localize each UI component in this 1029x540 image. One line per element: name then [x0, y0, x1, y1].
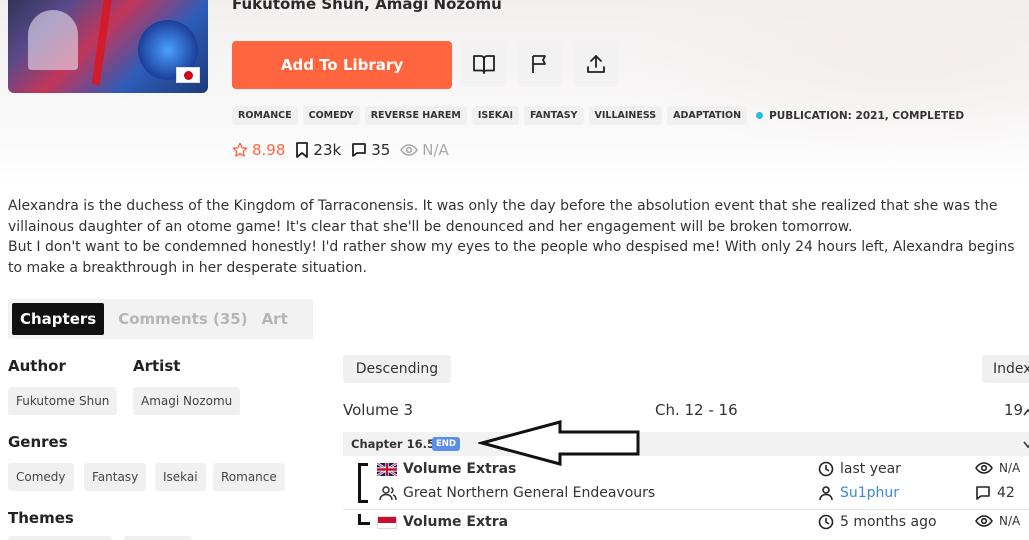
synopsis: Alexandra is the duchess of the Kingdom … — [8, 196, 1023, 278]
views-stat: N/A — [400, 141, 449, 159]
uploader-name: Su1phur — [840, 485, 900, 501]
release-time-value: last year — [840, 461, 901, 477]
sort-order-button[interactable]: Descending — [343, 355, 451, 383]
publication-status: PUBLICATION: 2021, COMPLETED — [756, 110, 964, 122]
themes-heading: Themes — [8, 509, 74, 527]
eye-icon — [975, 515, 993, 527]
tag-fantasy[interactable]: FANTASY — [523, 106, 584, 125]
chapter-header[interactable]: Chapter 16.5 END — [343, 432, 1029, 456]
theme-chip[interactable] — [8, 536, 112, 540]
tag-reverse-harem[interactable]: REVERSE HAREM — [364, 106, 467, 125]
release-comments-value: 42 — [997, 485, 1015, 501]
chevron-down-icon — [1023, 441, 1029, 449]
read-button[interactable] — [461, 41, 507, 87]
release-title: Volume Extras — [403, 461, 517, 477]
index-button[interactable]: Index — [982, 355, 1029, 383]
star-icon — [232, 142, 248, 157]
hero-glow — [620, 0, 1029, 160]
release-row[interactable]: Volume Extras last year N/A Great Northe… — [343, 460, 1029, 508]
volume-range: Ch. 12 - 16 — [655, 401, 738, 419]
row-divider — [343, 509, 1029, 510]
report-button[interactable] — [517, 41, 563, 87]
author-heading: Author — [8, 357, 66, 375]
clock-icon — [818, 514, 834, 530]
publication-label: PUBLICATION: 2021, COMPLETED — [769, 109, 965, 122]
genre-chip[interactable]: Romance — [213, 463, 285, 491]
volume-label: Volume 3 — [343, 401, 414, 419]
users-icon — [379, 486, 397, 501]
chevron-up-icon — [1023, 408, 1029, 416]
book-open-icon — [473, 55, 495, 74]
comment-icon — [352, 143, 367, 157]
tag-comedy[interactable]: COMEDY — [302, 106, 360, 125]
tab-comments[interactable]: Comments (35) — [118, 310, 247, 328]
tag-list: ROMANCE COMEDY REVERSE HAREM ISEKAI FANT… — [232, 106, 964, 125]
release-time: last year — [818, 461, 901, 477]
release-title: Volume Extra — [403, 514, 509, 530]
end-badge: END — [432, 437, 460, 451]
release-comments[interactable]: 42 — [975, 485, 1015, 501]
add-to-library-button[interactable]: Add To Library — [232, 41, 452, 89]
content-tabs: Chapters Comments (35) Art — [8, 299, 313, 339]
release-views-value: N/A — [999, 514, 1021, 528]
uk-flag-icon — [377, 463, 397, 476]
jp-flag-icon — [176, 67, 200, 83]
tag-romance[interactable]: ROMANCE — [232, 106, 298, 125]
stats-bar: 8.98 23k 35 N/A — [232, 141, 449, 159]
bookmark-icon — [296, 142, 309, 158]
authors-line[interactable]: Fukutome Shun, Amagi Nozomu — [232, 0, 502, 13]
artist-chip[interactable]: Amagi Nozomu — [133, 387, 241, 415]
release-views: N/A — [975, 514, 1020, 528]
release-row[interactable]: Volume Extra 5 months ago N/A — [343, 513, 1029, 540]
uploader[interactable]: Su1phur — [818, 485, 899, 501]
author-chip[interactable]: Fukutome Shun — [8, 387, 118, 415]
tab-art[interactable]: Art — [262, 310, 288, 328]
genres-heading: Genres — [8, 433, 68, 451]
volume-row[interactable]: Volume 3 Ch. 12 - 16 19 — [343, 398, 1029, 424]
scanlation-group[interactable]: Great Northern General Endeavours — [379, 485, 655, 501]
follows-stat: 23k — [295, 141, 341, 159]
comment-icon — [976, 486, 990, 500]
chapter-title: Chapter 16.5 — [351, 437, 435, 451]
tab-chapters[interactable]: Chapters — [12, 303, 105, 335]
status-dot-icon — [756, 112, 764, 119]
share-upload-icon — [587, 55, 605, 73]
tag-adaptation[interactable]: ADAPTATION — [667, 106, 748, 125]
eye-icon — [975, 462, 993, 474]
tag-isekai[interactable]: ISEKAI — [471, 106, 519, 125]
genre-chip[interactable]: Comedy — [8, 463, 74, 491]
tag-villainess[interactable]: VILLAINESS — [588, 106, 663, 125]
artist-heading: Artist — [133, 357, 181, 375]
group-name: Great Northern General Endeavours — [403, 485, 656, 501]
views-value: N/A — [422, 141, 449, 159]
eye-icon — [400, 144, 419, 156]
genre-chip[interactable]: Fantasy — [84, 463, 147, 491]
comments-value: 35 — [371, 141, 391, 159]
flag-icon — [532, 55, 546, 73]
volume-count: 19 — [1004, 401, 1024, 419]
theme-chip[interactable] — [124, 536, 192, 540]
clock-icon — [818, 461, 834, 477]
release-views: N/A — [975, 461, 1020, 475]
user-icon — [819, 486, 833, 501]
comments-stat[interactable]: 35 — [351, 141, 390, 159]
share-button[interactable] — [573, 41, 619, 87]
id-flag-icon — [377, 516, 397, 529]
genre-chip[interactable]: Isekai — [155, 463, 206, 491]
follows-value: 23k — [313, 141, 342, 159]
synopsis-paragraph: But I don't want to be condemned honestl… — [8, 239, 1015, 276]
rating-value: 8.98 — [252, 141, 286, 159]
synopsis-paragraph: Alexandra is the duchess of the Kingdom … — [8, 198, 998, 235]
release-views-value: N/A — [999, 461, 1021, 475]
rating-stat[interactable]: 8.98 — [232, 141, 285, 159]
release-time-value: 5 months ago — [840, 514, 937, 530]
release-time: 5 months ago — [818, 514, 937, 530]
